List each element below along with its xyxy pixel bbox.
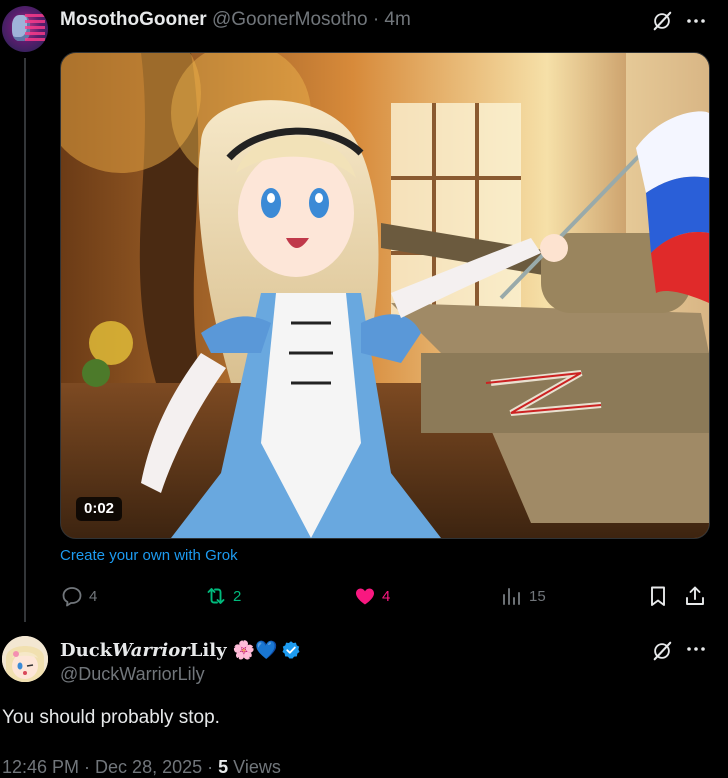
tweet-header: DuckWarriorLily 🌸💙 — [60, 638, 301, 662]
more-options-icon[interactable] — [684, 10, 708, 32]
reply-button[interactable]: 4 — [60, 584, 97, 608]
like-count: 4 — [382, 587, 391, 605]
thread-line — [24, 58, 26, 622]
grok-icon[interactable] — [651, 10, 673, 32]
like-button[interactable]: 4 — [353, 584, 390, 608]
verified-badge-icon[interactable] — [281, 640, 301, 660]
share-icon[interactable] — [683, 584, 707, 608]
reply-count: 4 — [89, 587, 98, 605]
display-name-part: Duck — [60, 639, 113, 661]
views-button[interactable]: 15 — [500, 584, 546, 608]
video-player[interactable] — [60, 52, 710, 539]
bookmark-icon[interactable] — [646, 584, 670, 608]
tweet-text: You should probably stop. — [2, 707, 220, 728]
more-options-icon[interactable] — [684, 638, 708, 660]
tweet-header: MosothoGooner @GoonerMosotho · 4m — [60, 9, 411, 31]
video-thumbnail — [61, 53, 709, 538]
avatar-image — [2, 636, 48, 682]
analytics-icon — [503, 588, 520, 605]
timestamp[interactable]: 4m — [384, 9, 410, 30]
heart-icon — [356, 588, 374, 605]
grok-create-link[interactable]: Create your own with Grok — [60, 547, 238, 564]
display-name[interactable]: DuckWarriorLily — [60, 640, 227, 661]
handle[interactable]: @GoonerMosotho — [212, 9, 368, 30]
repost-button[interactable]: 2 — [204, 584, 241, 608]
display-name-italic-part: Warrior — [112, 639, 190, 661]
views-count: 5 — [218, 757, 229, 777]
reply-icon — [62, 587, 82, 607]
display-name[interactable]: MosothoGooner — [60, 9, 207, 30]
avatar-text-graphic — [25, 14, 45, 44]
views-count: 15 — [529, 587, 546, 605]
repost-icon — [207, 588, 225, 604]
display-name-emojis: 🌸💙 — [232, 639, 278, 660]
grok-icon[interactable] — [651, 640, 673, 662]
separator: · — [372, 9, 380, 30]
video-duration-badge: 0:02 — [76, 497, 123, 521]
views-label: Views — [228, 757, 281, 777]
avatar[interactable] — [2, 6, 48, 52]
tweet-meta: 12:46 PM · Dec 28, 2025 · 5 Views — [2, 757, 281, 778]
timestamp[interactable]: 12:46 PM · Dec 28, 2025 · — [2, 757, 218, 777]
handle[interactable]: @DuckWarriorLily — [60, 664, 205, 685]
avatar[interactable] — [2, 636, 48, 682]
display-name-part: Lily — [189, 639, 227, 661]
repost-count: 2 — [233, 587, 242, 605]
